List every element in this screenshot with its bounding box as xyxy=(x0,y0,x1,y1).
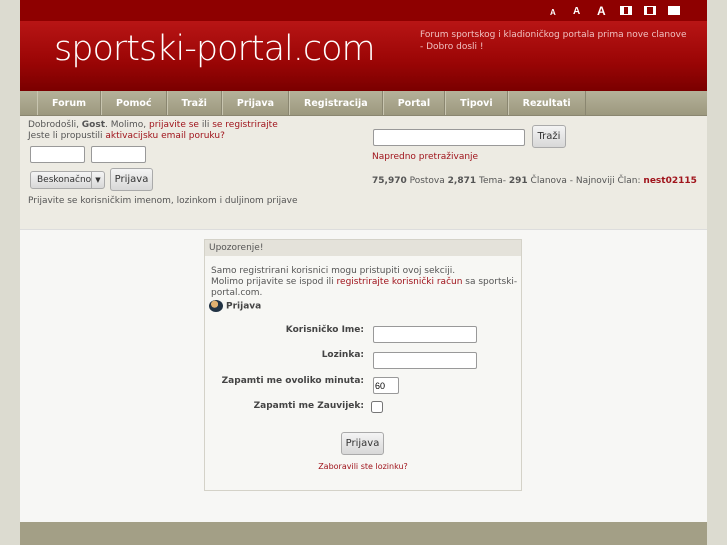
text-size-medium[interactable]: A xyxy=(573,6,580,17)
warning-message: Samo registrirani korisnici mogu pristup… xyxy=(211,266,521,299)
banner: sportski-portal.com Forum sportskog i kl… xyxy=(20,21,707,91)
chevron-down-icon: ▼ xyxy=(91,172,104,188)
register-link[interactable]: se registrirajte xyxy=(212,120,278,130)
username-label: Korisničko Ime: xyxy=(285,325,364,335)
remember-forever-checkbox[interactable] xyxy=(371,401,383,413)
advanced-search-link[interactable]: Napredno pretraživanje xyxy=(372,152,478,162)
main-nav: Forum Pomoć Traži Prijava Registracija P… xyxy=(20,91,707,116)
layout-wide-icon[interactable] xyxy=(668,6,680,15)
missed-label: Jeste li propustili xyxy=(28,131,106,141)
username-input[interactable] xyxy=(30,146,85,163)
activation-link[interactable]: aktivacijsku email poruku? xyxy=(105,131,224,141)
warning-line2: Molimo prijavite se ispod ili xyxy=(211,277,337,287)
login-password-input[interactable] xyxy=(373,352,477,369)
nav-search[interactable]: Traži xyxy=(166,91,222,115)
nav-help[interactable]: Pomoć xyxy=(100,91,167,115)
posts-count: 75,970 xyxy=(372,176,407,186)
login-heading-text: Prijava xyxy=(226,301,262,312)
top-bar: A A A xyxy=(20,0,707,21)
password-input[interactable] xyxy=(91,146,146,163)
login-submit-button[interactable]: Prijava xyxy=(341,432,384,455)
page: A A A sportski-portal.com Forum sportsko… xyxy=(20,0,707,545)
or-label: ili xyxy=(198,120,213,130)
login-hint: Prijavite se korisničkim imenom, lozinko… xyxy=(28,196,298,206)
nav-results[interactable]: Rezultati xyxy=(507,91,586,115)
forever-label: Zapamti me Zauvijek: xyxy=(253,401,364,411)
search-input[interactable] xyxy=(373,129,525,146)
nav-register[interactable]: Registracija xyxy=(289,91,383,115)
forgot-password-link[interactable]: Zaboravili ste lozinku? xyxy=(205,462,521,471)
welcome-label: Dobrodošli, xyxy=(28,120,82,130)
text-size-small[interactable]: A xyxy=(550,8,556,17)
register-account-link[interactable]: registrirajte korisnički račun xyxy=(337,277,463,287)
warning-line1: Samo registrirani korisnici mogu pristup… xyxy=(211,266,456,276)
minutes-label: Zapamti me ovoliko minuta: xyxy=(221,376,364,386)
user-bar: Dobrodošli, Gost. Molimo, prijavite se i… xyxy=(20,116,707,230)
quick-login-button[interactable]: Prijava xyxy=(110,168,153,191)
duration-value: Beskonačno xyxy=(37,175,92,185)
nav-login[interactable]: Prijava xyxy=(221,91,290,115)
forum-stats: 75,970 Postova 2,871 Tema- 291 Članova -… xyxy=(372,176,697,186)
nav-portal[interactable]: Portal xyxy=(382,91,446,115)
user-login-icon xyxy=(209,300,223,312)
text-size-large[interactable]: A xyxy=(597,4,606,18)
warning-panel: Upozorenje! Samo registrirani korisnici … xyxy=(204,239,522,491)
members-label: Članova - Najnoviji Član: xyxy=(527,176,644,186)
login-link[interactable]: prijavite se xyxy=(149,120,199,130)
layout-medium-icon[interactable] xyxy=(644,6,656,15)
topics-label: Tema- xyxy=(476,176,509,186)
nav-tips[interactable]: Tipovi xyxy=(445,91,508,115)
posts-label: Postova xyxy=(406,176,448,186)
login-heading: Prijava xyxy=(209,300,261,312)
please-label: . Molimo, xyxy=(105,120,150,130)
login-username-input[interactable] xyxy=(373,326,477,343)
password-label: Lozinka: xyxy=(321,350,364,360)
members-count: 291 xyxy=(508,176,528,186)
warning-title: Upozorenje! xyxy=(205,240,521,256)
tagline: Forum sportskog i kladioničkog portala p… xyxy=(420,30,687,52)
footer-bar xyxy=(20,522,707,545)
newest-member-link[interactable]: nest02115 xyxy=(643,176,696,186)
welcome-text: Dobrodošli, Gost. Molimo, prijavite se i… xyxy=(28,120,278,142)
duration-select[interactable]: Beskonačno ▼ xyxy=(30,171,105,189)
topics-count: 2,871 xyxy=(447,176,477,186)
layout-narrow-icon[interactable] xyxy=(620,6,632,15)
guest-name: Gost xyxy=(81,120,106,130)
search-button[interactable]: Traži xyxy=(532,125,566,148)
minutes-input[interactable] xyxy=(373,377,399,394)
site-logo[interactable]: sportski-portal.com xyxy=(54,29,376,69)
nav-forum[interactable]: Forum xyxy=(37,91,101,115)
